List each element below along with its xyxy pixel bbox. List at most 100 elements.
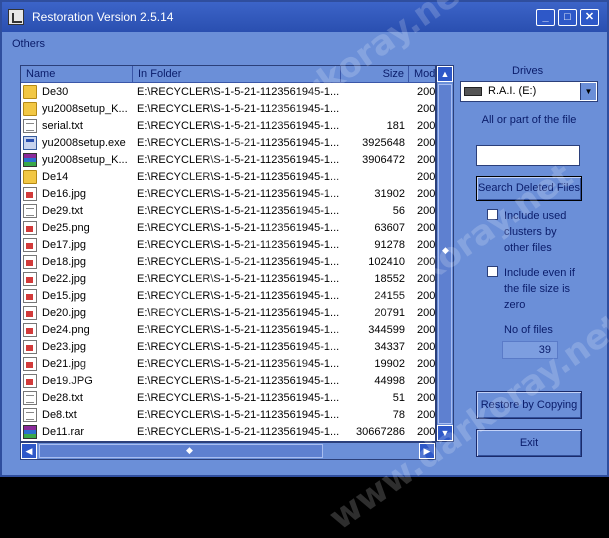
file-modified: 200 (417, 205, 436, 217)
file-modified: 200 (417, 290, 436, 302)
row-name-cell: De25.png (23, 220, 133, 237)
exit-button[interactable]: Exit (476, 429, 582, 457)
file-size: 31902 (374, 188, 405, 200)
table-row[interactable]: De29.txt E:\RECYCLER\S-1-5-21-1123561945-… (21, 203, 436, 220)
column-header-folder[interactable]: In Folder (133, 66, 341, 83)
file-folder: E:\RECYCLER\S-1-5-21-1123561945-1... (137, 358, 340, 370)
file-folder: E:\RECYCLER\S-1-5-21-1123561945-1... (137, 137, 340, 149)
table-row[interactable]: De22.jpg E:\RECYCLER\S-1-5-21-1123561945-… (21, 271, 435, 288)
minimize-button[interactable]: _ (536, 9, 555, 26)
table-row[interactable]: De17.jpg E:\RECYCLER\S-1-5-21-1123561945-… (21, 237, 436, 254)
table-row[interactable]: De21.jpg E:\RECYCLER\S-1-5-21-1123561945-… (21, 356, 435, 373)
arrow-down-icon: ▼ (440, 428, 450, 438)
row-name-cell: De30 (23, 84, 133, 101)
file-name: De29.txt (42, 205, 83, 217)
scroll-up-button[interactable]: ▲ (437, 66, 453, 82)
file-folder: E:\RECYCLER\S-1-5-21-1123561945-1... (137, 341, 340, 353)
table-row[interactable]: De19.JPG E:\RECYCLER\S-1-5-21-1123561945-… (21, 373, 435, 390)
file-name: De14 (42, 171, 69, 183)
table-row[interactable]: yu2008setup.exe E:\RECYCLER\S-1-5-21-1123… (21, 135, 436, 152)
row-name-cell: De17.jpg (23, 237, 133, 254)
file-modified: 200 (417, 239, 436, 251)
arrow-up-icon: ▲ (440, 69, 450, 79)
drive-dropdown[interactable]: R.A.I. (E:) ▼ (460, 81, 598, 102)
table-row[interactable]: serial.txt E:\RECYCLER\S-1-5-21-112356194… (21, 118, 436, 135)
app-icon[interactable] (8, 9, 24, 25)
file-name: De8.txt (42, 409, 77, 421)
file-modified: 200 (417, 341, 436, 353)
menu-item-others[interactable]: Others (12, 38, 45, 50)
search-deleted-files-button[interactable]: Search Deleted Files (476, 176, 582, 201)
table-row[interactable]: De11.rar E:\RECYCLER\S-1-5-21-1123561945-… (21, 424, 435, 441)
vertical-scrollbar[interactable]: ▲ ◆ ▼ (436, 65, 454, 442)
file-name: De15.jpg (42, 290, 87, 302)
file-folder: E:\RECYCLER\S-1-5-21-1123561945-1... (137, 290, 340, 302)
table-row[interactable]: De14 E:\RECYCLER\S-1-5-21-1123561945-1...… (21, 169, 435, 186)
filename-input[interactable] (476, 145, 580, 166)
column-header-modified[interactable]: Mod (409, 66, 435, 83)
table-row[interactable]: De20.jpg E:\RECYCLER\S-1-5-21-1123561945-… (21, 305, 435, 322)
file-size (343, 84, 405, 101)
file-modified: 200 (417, 222, 436, 234)
row-name-cell: De15.jpg (23, 288, 133, 305)
image-file-icon (23, 323, 37, 337)
file-size: 102410 (368, 256, 405, 268)
file-modified: 200 (417, 188, 436, 200)
vertical-scroll-thumb[interactable]: ◆ (438, 84, 452, 424)
rar-file-icon (23, 153, 37, 167)
image-file-icon (23, 221, 37, 235)
file-folder: E:\RECYCLER\S-1-5-21-1123561945-1... (137, 324, 340, 336)
maximize-icon: □ (564, 11, 571, 23)
options-panel: Drives R.A.I. (E:) ▼ All or part of the … (454, 57, 604, 467)
file-name: yu2008setup_K... (42, 103, 128, 115)
include-zero-size-checkbox[interactable] (487, 266, 498, 277)
file-folder: E:\RECYCLER\S-1-5-21-1123561945-1... (137, 256, 340, 268)
window-title: Restoration Version 2.5.14 (32, 10, 174, 24)
horizontal-scrollbar[interactable]: ◀ ◆ ▶ (20, 442, 436, 460)
maximize-button[interactable]: □ (558, 9, 577, 26)
file-modified: 200 (417, 120, 436, 132)
title-bar[interactable]: Restoration Version 2.5.14 _ □ ✕ (2, 2, 607, 32)
table-row[interactable]: yu2008setup_K... E:\RECYCLER\S-1-5-21-112… (21, 152, 435, 169)
arrow-right-icon: ▶ (423, 446, 431, 456)
grip-icon: ◆ (442, 245, 449, 255)
table-row[interactable]: De18.jpg E:\RECYCLER\S-1-5-21-1123561945-… (21, 254, 435, 271)
file-folder: E:\RECYCLER\S-1-5-21-1123561945-1... (137, 239, 340, 251)
close-button[interactable]: ✕ (580, 9, 599, 26)
table-row[interactable]: yu2008setup_K... E:\RECYCLER\S-1-5-21-112… (21, 101, 435, 118)
table-row[interactable]: De23.jpg E:\RECYCLER\S-1-5-21-1123561945-… (21, 339, 436, 356)
scroll-down-button[interactable]: ▼ (437, 425, 453, 441)
horizontal-scroll-thumb[interactable]: ◆ (39, 444, 323, 458)
scroll-right-button[interactable]: ▶ (419, 443, 435, 459)
row-name-cell: De28.txt (23, 390, 133, 407)
file-list[interactable]: Name In Folder Size Mod De30 E:\RECYCLER\… (20, 65, 436, 442)
scroll-left-button[interactable]: ◀ (21, 443, 37, 459)
grip-icon: ◆ (186, 445, 193, 455)
table-row[interactable]: De24.png E:\RECYCLER\S-1-5-21-1123561945-… (21, 322, 435, 339)
file-name: De24.png (42, 324, 90, 336)
file-size: 181 (386, 120, 405, 132)
include-used-clusters-checkbox[interactable] (487, 209, 498, 220)
file-name: De23.jpg (42, 341, 87, 353)
list-rows: De30 E:\RECYCLER\S-1-5-21-1123561945-1...… (21, 84, 436, 441)
table-row[interactable]: De30 E:\RECYCLER\S-1-5-21-1123561945-1...… (21, 84, 435, 101)
table-row[interactable]: De8.txt E:\RECYCLER\S-1-5-21-1123561945-1… (21, 407, 435, 424)
include-used-clusters-label: Include used clusters by other files (504, 210, 567, 254)
column-header-size[interactable]: Size (341, 66, 409, 83)
chevron-down-icon[interactable]: ▼ (580, 83, 596, 100)
table-row[interactable]: De16.jpg E:\RECYCLER\S-1-5-21-1123561945-… (21, 186, 436, 203)
table-row[interactable]: De28.txt E:\RECYCLER\S-1-5-21-1123561945-… (21, 390, 435, 407)
table-row[interactable]: De15.jpg E:\RECYCLER\S-1-5-21-1123561945-… (21, 288, 436, 305)
file-folder: E:\RECYCLER\S-1-5-21-1123561945-1... (137, 154, 340, 166)
row-name-cell: serial.txt (23, 118, 133, 135)
row-name-cell: De14 (23, 169, 133, 186)
table-row[interactable]: De25.png E:\RECYCLER\S-1-5-21-1123561945-… (21, 220, 436, 237)
row-name-cell: De11.rar (23, 424, 133, 441)
file-name: De25.png (42, 222, 90, 234)
image-file-icon (23, 238, 37, 252)
restore-by-copying-button[interactable]: Restore by Copying (476, 391, 582, 419)
column-header-name[interactable]: Name (21, 66, 133, 83)
drive-icon (464, 87, 482, 96)
file-modified: 200 (417, 137, 436, 149)
file-name: De19.JPG (42, 375, 93, 387)
